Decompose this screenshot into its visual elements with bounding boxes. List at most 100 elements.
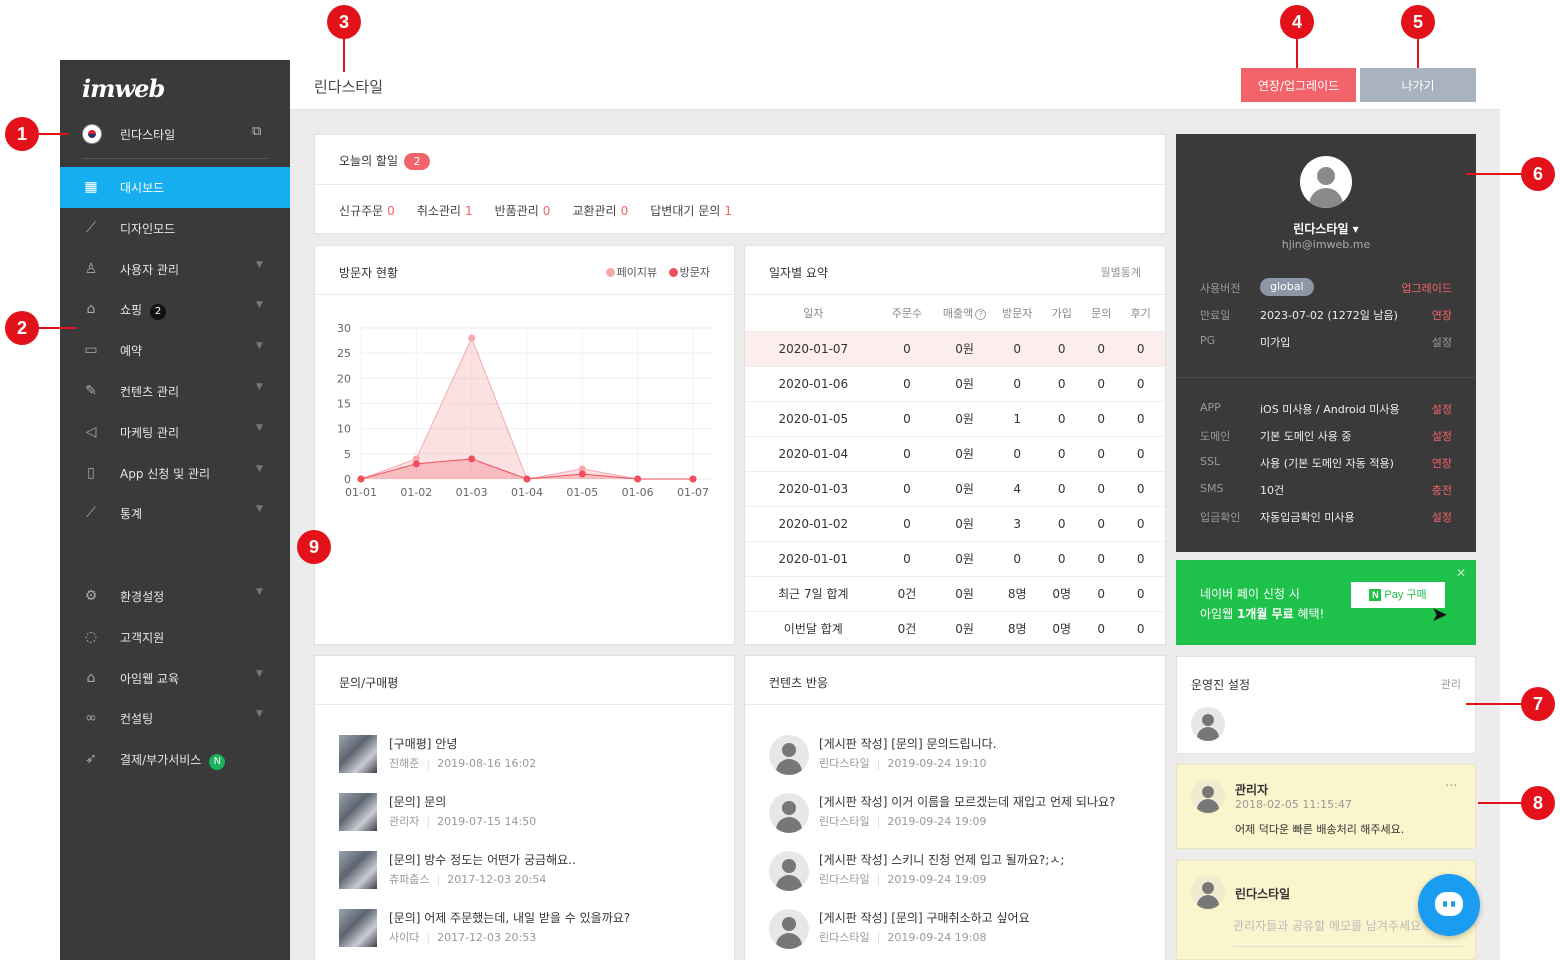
operator-avatar[interactable] [1191,707,1225,741]
inquiries-title: 문의/구매평 [339,676,399,690]
list-item-date: 2019-09-24 19:08 [887,931,987,944]
more-options-icon[interactable]: ··· [1445,779,1457,794]
sidebar-item-8[interactable]: ⟋ 통계 ▼ [60,493,290,534]
list-item[interactable]: [게시판 작성] [문의] 구매취소하고 싶어요 린다스타일 | 2019-09-24… [769,905,1149,960]
today-tasks-card: 오늘의 할일 2 신규주문 0 취소관리 1 반품관리 0 교환관리 0 답변대기 문의 1 [314,134,1166,234]
chevron-down-icon: ▼ [256,463,263,474]
list-item-author: 린다스타일 [819,815,870,828]
profile-row-action[interactable]: 연장 [1432,307,1452,323]
list-item[interactable]: [문의] 어제 주문했는데, 내일 받을 수 있을까요? 사이다 | 2017-12-… [339,905,719,960]
list-item[interactable]: [문의] 방수 정도는 어떤가 궁금해요.. 츄파춥스 | 2017-12-03 20… [339,847,719,905]
data-point [468,455,476,463]
list-item-date: 2017-12-03 20:54 [447,873,547,886]
sidebar-item-0[interactable]: ⚙ 환경설정 ▼ [60,576,290,617]
x-tick-label: 01-02 [400,486,432,499]
today-task-item[interactable]: 신규주문 0 [339,204,395,218]
list-item[interactable]: [문의] 문의 관리자 | 2019-07-15 14:50 [339,789,719,847]
imweb-logo[interactable]: imweb [82,74,165,103]
operators-manage-link[interactable]: 관리 [1441,676,1461,692]
sidebar-item-4[interactable]: ➶ 결제/부가서비스 N [60,739,290,780]
today-task-item[interactable]: 답변대기 문의 1 [650,204,732,218]
x-tick-label: 01-07 [677,486,709,499]
profile-name[interactable]: 린다스타일 ▾ [1176,220,1476,237]
content-reactions-card: 컨텐츠 반응 [게시판 작성] [문의] 문의드립니다. 린다스타일 | 2019-0… [744,655,1166,960]
mobile-icon: ▯ [87,464,95,481]
korea-flag-icon [82,124,102,144]
question-circle-icon[interactable]: ? [975,308,987,320]
today-task-count: 0 [387,204,395,218]
table-cell: 2020-01-05 [745,400,882,436]
list-item-author: 관리자 [389,815,420,828]
table-header: 문의 [1091,306,1112,320]
sidebar-item-1[interactable]: ⟋ 디자인모드 [60,208,290,249]
profile-row-action[interactable]: 충전 [1432,482,1452,498]
table-cell: 0건 [881,575,933,611]
chat-support-button[interactable] [1418,874,1480,936]
external-link-icon[interactable]: ⧉ [252,124,261,139]
table-cell: 2020-01-03 [745,470,882,506]
list-item[interactable]: [게시판 작성] 스키니 진청 언제 입고 될까요?;ㅅ; 린다스타일 | 2019-… [769,847,1149,905]
table-cell: 0원 [932,610,997,646]
naver-n-icon: N [1369,589,1382,601]
table-cell: 0 [996,330,1038,366]
profile-row-action[interactable]: 연장 [1432,455,1452,471]
monthly-stats-link[interactable]: 월별통계 [1101,264,1141,280]
profile-row-action[interactable]: 설정 [1432,334,1452,350]
profile-row-key: 도메인 [1200,430,1231,443]
profile-row: 사용버전 global 업그레이드 [1200,278,1452,298]
sidebar-item-3[interactable]: ∞ 컨설팅 ▼ [60,698,290,739]
chevron-down-icon: ▼ [256,341,263,352]
visitor-area-chart: 0 5 10 15 20 25 30 01-01 01-02 01-03 01-04 01-05 01-… [337,322,713,499]
sidebar-item-0[interactable]: ▦ 대시보드 [60,167,290,208]
today-task-item[interactable]: 취소관리 1 [417,204,473,218]
table-cell: 0 [1037,400,1087,436]
marker-line [1296,38,1298,68]
sidebar-item-7[interactable]: ▯ App 신청 및 관리 ▼ [60,453,290,494]
list-item[interactable]: [게시판 작성] 이거 이름을 모르겠는데 재입고 언제 되나요? 린다스타일 | 2… [769,789,1149,847]
sidebar-item-4[interactable]: ▭ 예약 ▼ [60,330,290,371]
table-cell: 0원 [932,470,997,506]
sidebar-item-6[interactable]: ◁ 마케팅 관리 ▼ [60,412,290,453]
data-point [578,470,586,478]
table-cell: 0 [881,400,933,436]
table-cell: 2020-01-07 [745,330,882,366]
table-cell: 0 [1116,540,1165,576]
table-cell: 0 [1116,435,1165,471]
sidebar-item-label: 컨텐츠 관리 [120,384,180,399]
marker-8: 8 [1521,786,1555,820]
upgrade-button[interactable]: 연장/업그레이드 [1241,68,1356,102]
table-row: 2020-01-05 0 0원 1 0 0 0 [745,400,1165,436]
sidebar-item-label: 아임웹 교육 [120,671,180,686]
naver-pay-banner[interactable]: 네이버 페이 신청 시 아임웹 1개월 무료 혜택! N Pay 구매 ✕ ➤ [1176,560,1476,645]
today-task-item[interactable]: 반품관리 0 [495,204,551,218]
list-item[interactable]: [구매평] 안녕 진해준 | 2019-08-16 16:02 [339,731,719,789]
close-icon[interactable]: ✕ [1456,566,1466,580]
table-cell: 3 [996,505,1038,541]
profile-row-action[interactable]: 설정 [1432,401,1452,417]
daily-summary-card: 일자별 요약 월별통계 일자 주문수 매출액? 방문자 가입 문의 후기 2020-01-07… [744,245,1166,646]
data-point [468,334,476,342]
today-count-badge: 2 [404,153,431,170]
list-item[interactable]: [게시판 작성] [문의] 문의드립니다. 린다스타일 | 2019-09-24 19… [769,731,1149,789]
profile-row-action[interactable]: 업그레이드 [1401,280,1452,296]
site-selector[interactable]: 린다스타일 ⧉ [60,118,290,158]
divider [1176,377,1476,378]
profile-row-action[interactable]: 설정 [1432,509,1452,525]
memo-note: 관리자 2018-02-05 11:15:47 어제 덕다운 빠른 배송처리 해… [1176,764,1476,849]
exit-button[interactable]: 나가기 [1360,68,1476,102]
table-header: 일자 [803,306,824,320]
today-task-item[interactable]: 교환관리 0 [572,204,628,218]
table-cell: 0원 [932,505,997,541]
sidebar-item-2[interactable]: ⌂ 아임웹 교육 ▼ [60,658,290,699]
operators-card: 운영진 설정 관리 [1176,656,1476,754]
table-cell: 2020-01-01 [745,540,882,576]
profile-row-action[interactable]: 설정 [1432,428,1452,444]
profile-row-key: APP [1200,401,1221,414]
sidebar-item-5[interactable]: ✎ 컨텐츠 관리 ▼ [60,371,290,412]
sidebar-item-1[interactable]: ◌ 고객지원 [60,617,290,658]
sidebar-item-2[interactable]: ♙ 사용자 관리 ▼ [60,249,290,290]
marker-line [38,133,68,135]
sidebar-item-3[interactable]: ⌂ 쇼핑 2 ▼ [60,289,290,330]
profile-row-value: 10건 [1260,484,1285,497]
table-row: 최근 7일 합계 0건 0원 8명 0명 0 0 [745,575,1165,611]
